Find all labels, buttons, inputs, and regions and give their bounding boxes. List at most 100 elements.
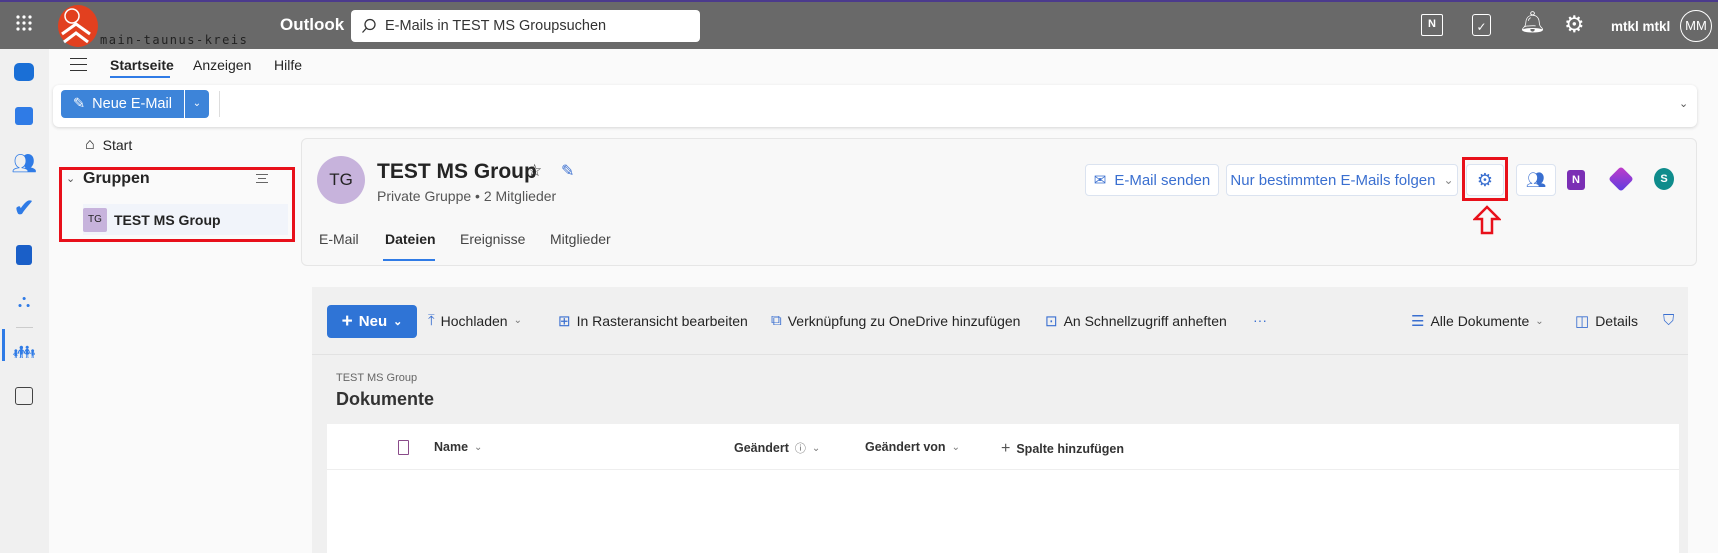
- new-mail-label: Neue E-Mail: [92, 96, 172, 112]
- plus-icon: +: [1001, 440, 1011, 457]
- add-column-label: Spalte hinzufügen: [1016, 442, 1124, 456]
- favorite-star-icon[interactable]: ☆: [527, 161, 542, 181]
- app-name[interactable]: Outlook: [280, 15, 344, 35]
- add-member-button[interactable]: 👥︎: [1516, 164, 1556, 196]
- app-rail: 👥︎ ✔ ⛬ 👪︎: [0, 49, 49, 553]
- send-email-label: E-Mail senden: [1114, 171, 1211, 189]
- new-label: Neu: [358, 313, 388, 330]
- apps-icon[interactable]: [12, 384, 36, 408]
- files-commandbar-divider: [312, 354, 1688, 355]
- groups-chevron-icon[interactable]: ⌄: [66, 172, 75, 185]
- my-day-icon[interactable]: ✓: [1472, 14, 1491, 36]
- tab-ereignisse[interactable]: Ereignisse: [460, 231, 525, 247]
- add-column-button[interactable]: + Spalte hinzufügen: [1001, 440, 1124, 458]
- sharepoint-icon[interactable]: S: [1654, 168, 1674, 190]
- plus-icon: +: [341, 310, 353, 332]
- column-modified-by-label: Geändert von: [865, 440, 946, 454]
- groups-icon[interactable]: 👪︎: [12, 340, 36, 364]
- search-icon: [362, 18, 376, 33]
- tab-dateien[interactable]: Dateien: [385, 231, 436, 247]
- bell-icon[interactable]: 🔔︎: [1519, 11, 1546, 35]
- group-avatar: TG: [317, 156, 365, 204]
- active-indicator: [2, 329, 5, 361]
- more-icon: ···: [1253, 312, 1267, 328]
- tab-startseite[interactable]: Startseite: [110, 57, 174, 73]
- column-name[interactable]: Name ⌄: [434, 440, 482, 454]
- ribbon-expand-icon[interactable]: ⌄: [1679, 97, 1688, 110]
- search-box[interactable]: E-Mails in TEST MS Groupsuchen: [351, 10, 700, 42]
- tab-anzeigen[interactable]: Anzeigen: [193, 57, 251, 73]
- tab-dateien-underline: [383, 259, 435, 261]
- send-email-button[interactable]: ✉ E-Mail senden: [1085, 164, 1219, 196]
- column-modified-label: Geändert: [734, 441, 789, 455]
- edit-pencil-icon[interactable]: ✎: [561, 161, 574, 181]
- chevron-down-icon: ⌄: [1535, 315, 1544, 327]
- tab-email[interactable]: E-Mail: [319, 231, 359, 247]
- org-icon[interactable]: ⛬: [12, 289, 36, 313]
- todo-icon[interactable]: ✔: [12, 195, 36, 222]
- person-add-icon: 👥︎: [1525, 172, 1547, 189]
- mail-icon: ✉: [1093, 172, 1107, 189]
- chevron-down-icon: ⌄: [1443, 173, 1454, 187]
- column-name-label: Name: [434, 440, 469, 454]
- search-input[interactable]: E-Mails in TEST MS Groupsuchen: [385, 18, 606, 34]
- more-button[interactable]: ···: [1253, 312, 1267, 328]
- upload-icon: ⤒: [428, 312, 435, 329]
- grid-icon: ⊞: [558, 313, 571, 330]
- nav-start[interactable]: ⌂ Start: [85, 136, 132, 154]
- rail-divider: [16, 327, 33, 328]
- pin-label: An Schnellzugriff anheften: [1063, 313, 1227, 329]
- onedrive-shortcut-label: Verknüpfung zu OneDrive hinzufügen: [787, 312, 1021, 329]
- grid-edit-label: In Rasteransicht bearbeiten: [576, 313, 748, 329]
- upload-button[interactable]: ⤒ Hochladen ⌄: [428, 312, 522, 329]
- mail-icon[interactable]: [12, 60, 36, 84]
- pin-icon: ⊡: [1045, 313, 1058, 330]
- follow-label: Nur bestimmten E-Mails folgen: [1230, 171, 1436, 189]
- files-title: Dokumente: [336, 389, 435, 409]
- ribbon: ✎ Neue E-Mail ⌄ ⌄: [53, 85, 1697, 127]
- column-modified-by[interactable]: Geändert von ⌄: [865, 440, 960, 454]
- chevron-down-icon: ⌄: [393, 316, 403, 328]
- new-mail-button[interactable]: ✎ Neue E-Mail: [61, 90, 184, 118]
- tab-mitglieder[interactable]: Mitglieder: [550, 231, 611, 247]
- column-modified[interactable]: Geändert ⓘ ⌄: [734, 440, 820, 456]
- file-type-column-icon[interactable]: [398, 440, 409, 455]
- tab-hilfe[interactable]: Hilfe: [274, 57, 302, 73]
- upload-label: Hochladen: [440, 312, 508, 329]
- ribbon-divider: [219, 91, 220, 117]
- hamburger-icon[interactable]: [70, 58, 87, 71]
- groups-filter-icon[interactable]: [256, 174, 268, 183]
- calendar-icon[interactable]: [12, 104, 36, 128]
- shortcut-icon: ⧉: [771, 312, 782, 329]
- new-button[interactable]: + Neu ⌄: [327, 305, 417, 338]
- filter-button[interactable]: ⛉: [1663, 312, 1674, 329]
- chevron-down-icon: ⌄: [513, 315, 522, 326]
- pin-quick-access-button[interactable]: ⊡ An Schnellzugriff anheften: [1045, 312, 1227, 330]
- list-view-icon: ☰: [1411, 313, 1425, 330]
- user-name[interactable]: mtkl mtkl: [1611, 19, 1670, 34]
- table-header-divider: [327, 469, 1679, 470]
- onedrive-shortcut-button[interactable]: ⧉ Verknüpfung zu OneDrive hinzufügen: [771, 312, 1020, 329]
- home-icon: ⌂: [85, 136, 95, 153]
- info-icon: ⓘ: [794, 443, 806, 455]
- avatar[interactable]: MM: [1680, 10, 1712, 42]
- view-selector[interactable]: ☰ Alle Dokumente ⌄: [1411, 312, 1544, 330]
- follow-dropdown[interactable]: Nur bestimmten E-Mails folgen ⌄: [1226, 164, 1458, 196]
- groups-header[interactable]: Gruppen: [83, 170, 150, 188]
- grid-edit-button[interactable]: ⊞ In Rasteransicht bearbeiten: [558, 312, 748, 330]
- group-item[interactable]: TG TEST MS Group: [83, 204, 288, 235]
- details-button[interactable]: ◫ Details: [1575, 312, 1638, 330]
- app-launcher-icon[interactable]: [15, 14, 35, 32]
- onenote-feed-icon[interactable]: N: [1421, 14, 1443, 36]
- new-mail-dropdown[interactable]: ⌄: [185, 90, 209, 118]
- gear-icon[interactable]: ⚙: [1564, 11, 1585, 38]
- chevron-down-icon: ⌄: [951, 441, 960, 453]
- tab-active-underline: [110, 76, 170, 78]
- onenote-icon[interactable]: N: [1567, 170, 1585, 190]
- files-breadcrumb[interactable]: TEST MS Group: [336, 372, 417, 384]
- files-icon[interactable]: [12, 243, 36, 267]
- group-title: TEST MS Group: [377, 160, 537, 183]
- people-icon[interactable]: 👥︎: [11, 151, 36, 175]
- highlight-box-settings: [1462, 157, 1508, 201]
- group-item-label: TEST MS Group: [114, 211, 221, 228]
